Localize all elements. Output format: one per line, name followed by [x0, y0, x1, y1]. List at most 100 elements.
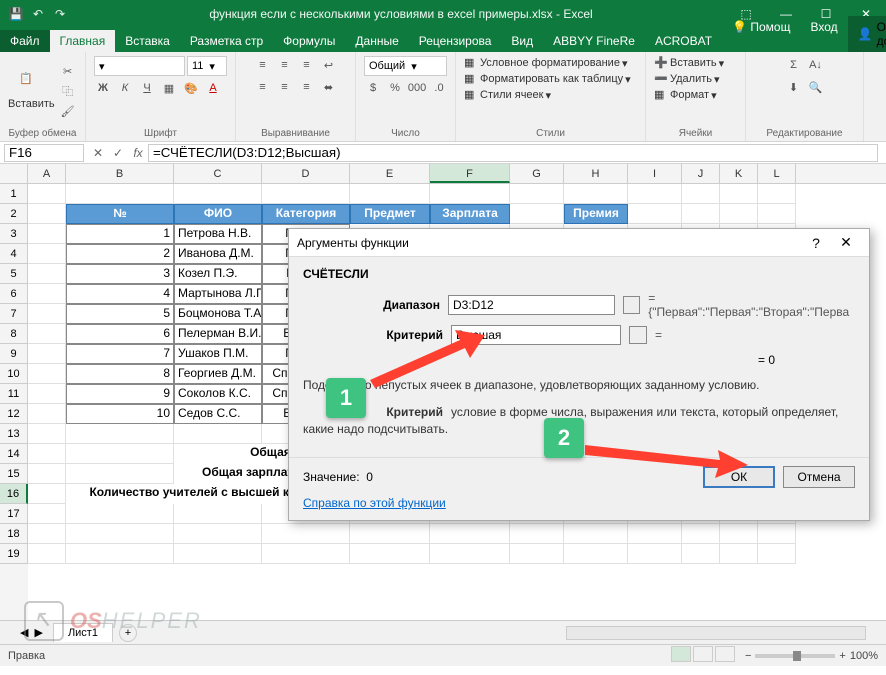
row-17[interactable]: 17 [0, 504, 28, 524]
cell[interactable] [28, 264, 66, 284]
cell[interactable] [174, 424, 262, 444]
col-F[interactable]: F [430, 164, 510, 183]
cell[interactable] [758, 544, 796, 564]
cell[interactable]: 10 [66, 404, 174, 424]
row-5[interactable]: 5 [0, 264, 28, 284]
cell[interactable] [28, 204, 66, 224]
cell[interactable] [262, 524, 350, 544]
cell[interactable] [28, 544, 66, 564]
col-G[interactable]: G [510, 164, 564, 183]
cell[interactable]: 4 [66, 284, 174, 304]
cell[interactable]: 7 [66, 344, 174, 364]
cell[interactable] [758, 204, 796, 224]
cell[interactable] [628, 204, 682, 224]
wrap-icon[interactable]: ↩ [320, 56, 338, 74]
percent-icon[interactable]: % [386, 79, 404, 97]
cell[interactable]: 9 [66, 384, 174, 404]
cell[interactable]: Предмет [350, 204, 430, 224]
cell[interactable] [350, 544, 430, 564]
cell[interactable]: Боцмонова Т.А. [174, 304, 262, 324]
cell[interactable] [28, 304, 66, 324]
cell[interactable] [28, 484, 66, 504]
zoom-out-icon[interactable]: − [745, 650, 751, 662]
cell[interactable] [66, 464, 174, 484]
italic-button[interactable]: К [116, 79, 134, 97]
zoom-in-icon[interactable]: + [839, 650, 845, 662]
col-E[interactable]: E [350, 164, 430, 183]
border-button[interactable]: ▦ [160, 79, 178, 97]
cell[interactable]: Пелерман В.И. [174, 324, 262, 344]
row-7[interactable]: 7 [0, 304, 28, 324]
cell[interactable] [628, 184, 682, 204]
align-bot-icon[interactable]: ≡ [298, 56, 316, 74]
redo-icon[interactable]: ↷ [52, 6, 68, 22]
row-6[interactable]: 6 [0, 284, 28, 304]
cell[interactable]: 1 [66, 224, 174, 244]
cell[interactable] [28, 364, 66, 384]
tab-abbyy[interactable]: ABBYY FineRe [543, 30, 645, 52]
cell[interactable] [758, 524, 796, 544]
cell[interactable] [174, 524, 262, 544]
cell[interactable]: Ушаков П.М. [174, 344, 262, 364]
font-size-dropdown[interactable]: 11 ▾ [187, 56, 227, 76]
paste-button[interactable]: 📋 Вставить [8, 72, 55, 110]
row-13[interactable]: 13 [0, 424, 28, 444]
autosum-icon[interactable]: Σ [785, 56, 803, 74]
cell[interactable]: 8 [66, 364, 174, 384]
cell[interactable] [28, 504, 66, 524]
name-box[interactable] [4, 144, 84, 162]
cell[interactable] [720, 184, 758, 204]
tab-file[interactable]: Файл [0, 30, 50, 52]
comma-icon[interactable]: 000 [408, 79, 426, 97]
sort-icon[interactable]: A↓ [807, 56, 825, 74]
dialog-close-icon[interactable]: ✕ [831, 234, 861, 251]
col-J[interactable]: J [682, 164, 720, 183]
col-B[interactable]: B [66, 164, 174, 183]
cell[interactable]: Седов С.С. [174, 404, 262, 424]
undo-icon[interactable]: ↶ [30, 6, 46, 22]
dialog-help-icon[interactable]: ? [801, 235, 831, 251]
col-L[interactable]: L [758, 164, 796, 183]
cell[interactable] [28, 384, 66, 404]
conditional-formatting-button[interactable]: ▦Условное форматирование ▾ [464, 56, 627, 70]
cell[interactable]: Соколов К.С. [174, 384, 262, 404]
col-D[interactable]: D [262, 164, 350, 183]
cell[interactable] [262, 544, 350, 564]
cell[interactable]: Петрова Н.В. [174, 224, 262, 244]
cell[interactable] [564, 184, 628, 204]
col-A[interactable]: A [28, 164, 66, 183]
view-switcher[interactable] [669, 646, 735, 665]
cell[interactable] [262, 184, 350, 204]
cell[interactable]: 2 [66, 244, 174, 264]
fill-icon[interactable]: ⬇ [785, 78, 803, 96]
row-15[interactable]: 15 [0, 464, 28, 484]
delete-cells-button[interactable]: ➖Удалить ▾ [654, 72, 720, 86]
col-C[interactable]: C [174, 164, 262, 183]
cell[interactable]: 3 [66, 264, 174, 284]
align-top-icon[interactable]: ≡ [254, 56, 272, 74]
cell[interactable] [430, 544, 510, 564]
col-K[interactable]: K [720, 164, 758, 183]
cell[interactable] [510, 204, 564, 224]
align-center-icon[interactable]: ≡ [276, 78, 294, 96]
cell[interactable] [28, 444, 66, 464]
inc-dec-icon[interactable]: .0 [430, 79, 448, 97]
tab-insert[interactable]: Вставка [115, 30, 180, 52]
cell[interactable]: Мартынова Л.П. [174, 284, 262, 304]
cell[interactable] [720, 204, 758, 224]
cell[interactable] [720, 544, 758, 564]
col-H[interactable]: H [564, 164, 628, 183]
tab-home[interactable]: Главная [50, 30, 116, 52]
help-link[interactable]: Справка по этой функции [303, 496, 446, 510]
row-8[interactable]: 8 [0, 324, 28, 344]
cell[interactable] [28, 244, 66, 264]
cell[interactable] [66, 544, 174, 564]
cell[interactable] [758, 184, 796, 204]
cell[interactable]: Георгиев Д.М. [174, 364, 262, 384]
col-I[interactable]: I [628, 164, 682, 183]
row-12[interactable]: 12 [0, 404, 28, 424]
cancel-formula-icon[interactable]: ✕ [88, 146, 108, 160]
row-1[interactable]: 1 [0, 184, 28, 204]
cell[interactable] [720, 524, 758, 544]
cell[interactable]: Иванова Д.М. [174, 244, 262, 264]
